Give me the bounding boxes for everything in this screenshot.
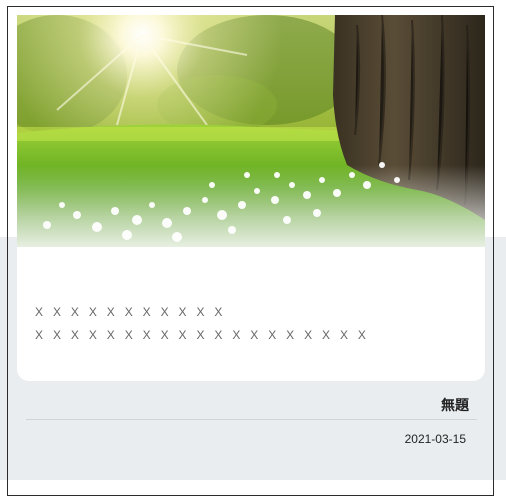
post-title[interactable]: 無題 bbox=[441, 395, 469, 415]
hero-image[interactable] bbox=[17, 15, 485, 247]
post-date: 2021-03-15 bbox=[404, 432, 466, 446]
post-card[interactable]: X X X X X X X X X X X X X X X X X X X X … bbox=[17, 15, 485, 381]
excerpt-line-2: X X X X X X X X X X X X X X X X X X X bbox=[35, 328, 370, 342]
excerpt-line-1: X X X X X X X X X X X bbox=[35, 305, 226, 319]
post-excerpt: X X X X X X X X X X X X X X X X X X X X … bbox=[35, 301, 465, 347]
hero-fade-overlay bbox=[17, 165, 485, 247]
divider bbox=[26, 419, 477, 420]
